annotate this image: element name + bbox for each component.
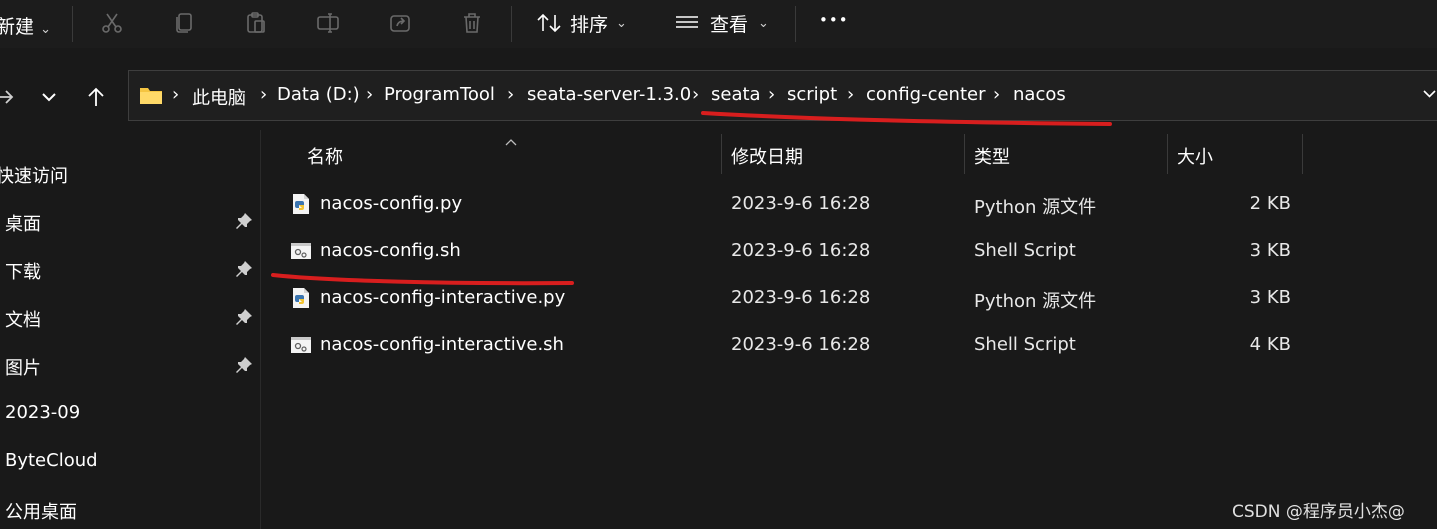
new-button[interactable]: 新建 ⌄ bbox=[0, 12, 51, 39]
breadcrumb-separator: › bbox=[993, 84, 1001, 105]
address-dropdown-button[interactable] bbox=[1422, 86, 1437, 105]
file-size: 4 KB bbox=[1249, 334, 1291, 355]
watermark: CSDN @程序员小杰@ bbox=[1232, 502, 1405, 522]
copy-button[interactable] bbox=[169, 8, 199, 38]
file-modified: 2023-9-6 16:28 bbox=[731, 287, 871, 308]
sidebar-item-public-desktop[interactable]: 公用桌面 bbox=[5, 498, 77, 524]
file-size: 3 KB bbox=[1249, 287, 1291, 308]
breadcrumb-separator: › bbox=[172, 84, 180, 105]
sidebar-item-documents[interactable]: 文档 bbox=[5, 306, 41, 332]
view-label: 查看 bbox=[710, 13, 749, 36]
breadcrumb-separator: › bbox=[847, 84, 855, 105]
file-size: 3 KB bbox=[1249, 240, 1291, 261]
sort-arrows-icon bbox=[537, 13, 561, 33]
new-button-label: 新建 bbox=[0, 16, 35, 38]
file-type: Python 源文件 bbox=[974, 291, 1097, 312]
sort-button[interactable]: 排序 ⌄ bbox=[536, 8, 627, 38]
column-header-modified[interactable]: 修改日期 bbox=[731, 143, 803, 169]
file-modified: 2023-9-6 16:28 bbox=[731, 334, 871, 355]
view-button[interactable]: 查看 ⌄ bbox=[674, 8, 769, 38]
paste-button[interactable] bbox=[241, 8, 271, 38]
file-type: Shell Script bbox=[974, 334, 1076, 355]
python-file-icon bbox=[293, 194, 309, 214]
file-modified: 2023-9-6 16:28 bbox=[731, 240, 871, 261]
column-divider[interactable] bbox=[964, 134, 965, 174]
toolbar-divider bbox=[795, 6, 796, 42]
sort-indicator-icon bbox=[504, 131, 518, 150]
breadcrumb-item[interactable]: seata-server-1.3.0 bbox=[527, 84, 691, 105]
pin-icon bbox=[236, 357, 252, 373]
file-name[interactable]: nacos-config.sh bbox=[320, 240, 461, 261]
column-header-size[interactable]: 大小 bbox=[1177, 143, 1213, 169]
sort-label: 排序 bbox=[570, 13, 609, 36]
sidebar-item-2023-09[interactable]: 2023-09 bbox=[5, 402, 80, 423]
breadcrumb-item[interactable]: 此电脑 bbox=[192, 84, 246, 110]
trash-icon bbox=[464, 13, 480, 33]
toolbar-divider bbox=[511, 6, 512, 42]
chevron-down-icon bbox=[42, 93, 56, 102]
more-options-button[interactable]: ••• bbox=[819, 11, 849, 29]
file-modified: 2023-9-6 16:28 bbox=[731, 193, 871, 214]
share-icon bbox=[390, 15, 410, 32]
shell-script-icon bbox=[291, 243, 311, 259]
scissors-icon bbox=[102, 13, 122, 33]
pin-icon bbox=[236, 309, 252, 325]
breadcrumb-item[interactable]: script bbox=[787, 84, 837, 105]
file-name[interactable]: nacos-config-interactive.sh bbox=[320, 334, 564, 355]
file-name[interactable]: nacos-config.py bbox=[320, 193, 462, 214]
breadcrumb-separator: › bbox=[366, 84, 374, 105]
copy-icon bbox=[176, 13, 192, 33]
sidebar-item-downloads[interactable]: 下载 bbox=[5, 258, 41, 284]
breadcrumb-separator: › bbox=[507, 84, 515, 105]
file-type: Shell Script bbox=[974, 240, 1076, 261]
arrow-right-icon bbox=[0, 90, 14, 104]
breadcrumb-separator: › bbox=[692, 84, 700, 105]
column-divider[interactable] bbox=[721, 134, 722, 174]
python-file-icon bbox=[293, 288, 309, 308]
recent-locations-button[interactable] bbox=[32, 80, 66, 114]
rename-button[interactable] bbox=[313, 8, 343, 38]
breadcrumb-item[interactable]: nacos bbox=[1013, 84, 1066, 105]
share-button[interactable] bbox=[385, 8, 415, 38]
breadcrumb-separator: › bbox=[260, 84, 268, 105]
chevron-down-icon bbox=[1423, 90, 1436, 98]
shell-script-icon bbox=[291, 337, 311, 353]
column-header-name[interactable]: 名称 bbox=[307, 143, 343, 169]
toolbar-divider bbox=[72, 6, 73, 42]
chevron-down-icon: ⌄ bbox=[758, 15, 769, 31]
sidebar-item-quick-access[interactable]: 快速访问 bbox=[0, 162, 68, 188]
breadcrumb-item[interactable]: Data (D:) bbox=[277, 84, 360, 105]
clipboard-icon bbox=[247, 12, 265, 33]
breadcrumb-item[interactable]: seata bbox=[711, 84, 761, 105]
command-bar: 新建 ⌄ 排序 ⌄ 查看 ⌄ ••• bbox=[0, 0, 1437, 48]
arrow-up-icon bbox=[88, 87, 104, 106]
sidebar-item-pictures[interactable]: 图片 bbox=[5, 354, 41, 380]
list-view-icon bbox=[676, 16, 698, 28]
chevron-down-icon: ⌄ bbox=[616, 15, 627, 31]
column-divider[interactable] bbox=[1167, 134, 1168, 174]
sidebar-item-desktop[interactable]: 桌面 bbox=[5, 210, 41, 236]
file-type: Python 源文件 bbox=[974, 197, 1097, 218]
forward-button[interactable] bbox=[0, 80, 22, 114]
breadcrumb-separator: › bbox=[768, 84, 776, 105]
pin-icon bbox=[236, 213, 252, 229]
chevron-down-icon: ⌄ bbox=[40, 22, 51, 37]
sidebar-item-bytecloud[interactable]: ByteCloud bbox=[5, 450, 98, 471]
breadcrumb-item[interactable]: ProgramTool bbox=[384, 84, 495, 105]
column-header-type[interactable]: 类型 bbox=[974, 143, 1010, 169]
up-button[interactable] bbox=[79, 80, 113, 114]
cut-button[interactable] bbox=[97, 8, 127, 38]
file-name[interactable]: nacos-config-interactive.py bbox=[320, 287, 565, 308]
rename-icon bbox=[317, 13, 339, 33]
delete-button[interactable] bbox=[457, 8, 487, 38]
column-divider[interactable] bbox=[1302, 134, 1303, 174]
breadcrumb-item[interactable]: config-center bbox=[866, 84, 986, 105]
pin-icon bbox=[236, 261, 252, 277]
file-size: 2 KB bbox=[1249, 193, 1291, 214]
folder-icon bbox=[139, 84, 163, 110]
